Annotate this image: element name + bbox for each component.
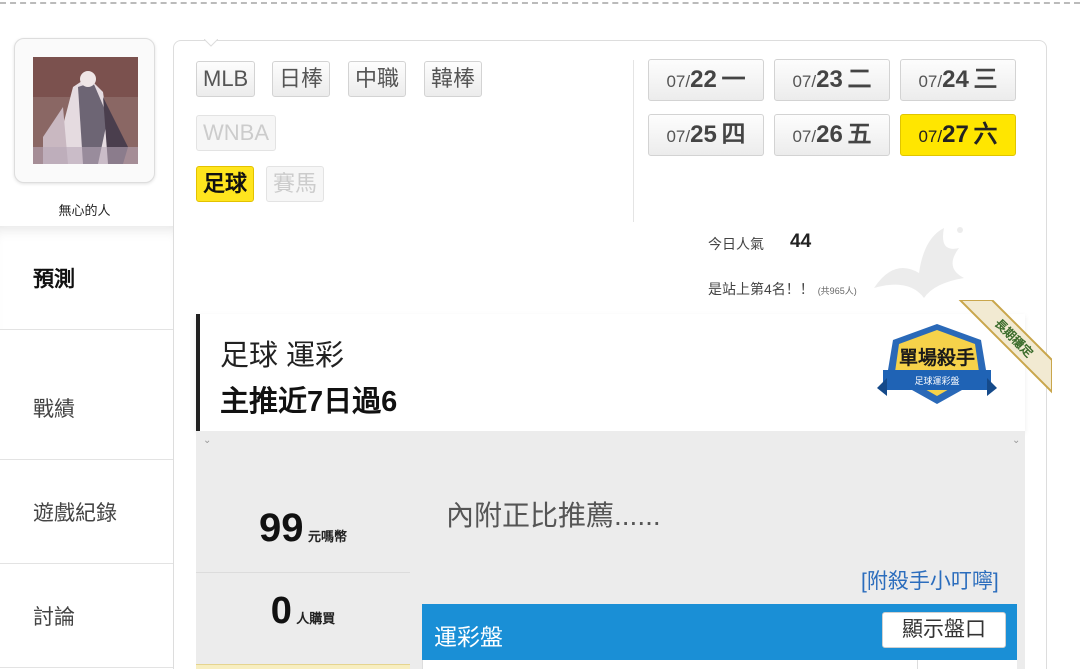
date-button-0723[interactable]: 07/23 二	[774, 59, 890, 101]
pin-icon: ⌄	[1012, 435, 1021, 446]
date-weekday: 四	[721, 121, 746, 148]
odds-title: 運彩盤	[434, 624, 503, 650]
killer-tips-link[interactable]: [附殺手小叮嚀]	[861, 565, 999, 595]
date-prefix: 07/	[792, 72, 817, 91]
date-day: 25	[690, 121, 717, 148]
popularity-label: 今日人氣	[708, 236, 764, 252]
date-prefix: 07/	[792, 127, 817, 146]
date-button-0727[interactable]: 07/27 六	[900, 114, 1016, 156]
date-day: 27	[942, 121, 969, 148]
tab-cpbl[interactable]: 中職	[348, 61, 407, 97]
odds-table-row	[422, 660, 1017, 669]
price-buyers-value: 0	[270, 590, 292, 632]
date-button-0722[interactable]: 07/22 一	[648, 59, 764, 101]
date-weekday: 五	[847, 121, 872, 148]
tabs-divider	[633, 60, 634, 222]
side-item-discussion[interactable]: 討論	[0, 564, 173, 668]
top-dashed-divider	[0, 0, 1080, 4]
username[interactable]: 無心的人	[14, 200, 155, 219]
price-coins-unit: 元嗎幣	[307, 529, 347, 544]
date-button-0724[interactable]: 07/24 三	[900, 59, 1016, 101]
tab-kbo[interactable]: 韓棒	[424, 61, 483, 97]
date-button-0725[interactable]: 07/25 四	[648, 114, 764, 156]
notch-arrow	[204, 39, 218, 47]
teaser-text: 內附正比推薦......	[446, 500, 661, 531]
tab-soccer[interactable]: 足球	[196, 166, 255, 202]
side-item-label: 討論	[33, 605, 75, 629]
price-divider	[196, 572, 410, 573]
side-item-game-history[interactable]: 遊戲紀錄	[0, 460, 173, 564]
side-item-label: 戰績	[33, 397, 75, 421]
side-item-predict[interactable]: 預測	[0, 226, 173, 330]
tab-wnba[interactable]: WNBA	[196, 115, 276, 151]
popularity-value: 44	[790, 231, 812, 252]
rank-total: (共965人)	[817, 286, 857, 296]
date-weekday: 六	[973, 121, 998, 148]
avatar-frame[interactable]	[14, 38, 155, 183]
date-prefix: 07/	[918, 72, 943, 91]
show-odds-button[interactable]: 顯示盤口	[882, 612, 1006, 648]
rank-label: 是站上第4名！！	[708, 281, 814, 297]
price-coins-value: 99	[259, 506, 304, 550]
long-term-stable-ribbon-icon: 長期穩定	[958, 300, 1052, 394]
price-column: 99 元嗎幣 0 人購買	[196, 470, 410, 669]
dancer-watermark-icon	[874, 227, 964, 298]
price-buyers: 0 人購買	[196, 590, 410, 669]
tab-horse-racing[interactable]: 賽馬	[266, 166, 325, 202]
date-prefix: 07/	[918, 127, 943, 146]
pin-icon: ⌄	[203, 435, 212, 446]
side-item-label: 遊戲紀錄	[33, 501, 117, 525]
odds-column-divider	[917, 660, 918, 669]
date-day: 26	[816, 121, 843, 148]
headline-category: 足球 運彩	[220, 340, 345, 372]
date-prefix: 07/	[666, 72, 691, 91]
side-item-record[interactable]: 戰績	[0, 356, 173, 460]
purchase-button-edge[interactable]	[196, 664, 410, 669]
date-button-0726[interactable]: 07/26 五	[774, 114, 890, 156]
tab-mlb[interactable]: MLB	[196, 61, 256, 97]
side-item-label: 預測	[33, 267, 75, 291]
tab-npb[interactable]: 日棒	[272, 61, 331, 97]
date-prefix: 07/	[666, 127, 691, 146]
price-buyers-unit: 人購買	[296, 611, 336, 626]
date-day: 23	[816, 66, 843, 93]
rank-text: 是站上第4名！！ (共965人)	[708, 279, 857, 299]
odds-header: 運彩盤 顯示盤口	[422, 604, 1017, 660]
date-day: 24	[942, 66, 969, 93]
date-weekday: 三	[973, 66, 998, 93]
date-day: 22	[690, 66, 717, 93]
date-weekday: 二	[847, 66, 872, 93]
headline-record: 主推近7日過6	[220, 386, 398, 418]
avatar[interactable]	[33, 57, 138, 164]
date-weekday: 一	[721, 66, 746, 93]
